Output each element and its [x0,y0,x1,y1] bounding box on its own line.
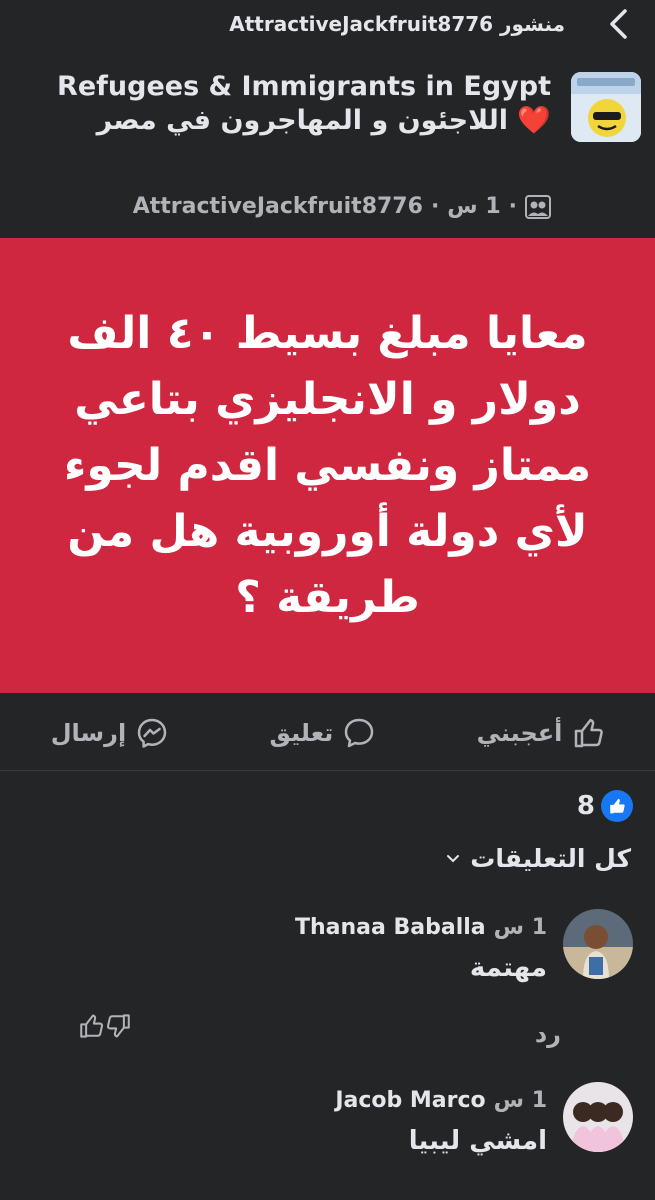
reactions-summary[interactable]: 8 [577,790,633,822]
comment-bubble-icon [345,718,374,748]
post-card: معايا مبلغ بسيط ٤٠ الف دولار و الانجليزي… [0,238,655,693]
comment-header: 1 س Jacob Marco [335,1088,547,1113]
like-button[interactable]: أعجبني [477,717,605,749]
commenter-avatar[interactable] [563,1082,633,1152]
commenter-name[interactable]: Jacob Marco [335,1088,485,1113]
back-button[interactable] [603,8,635,40]
thumbs-down-icon[interactable] [106,1013,132,1039]
reply-button[interactable]: رد [535,1020,561,1048]
reaction-count: 8 [576,791,595,821]
thumbs-up-icon [575,718,604,748]
comment-label: تعليق [269,719,334,747]
like-label: أعجبني [476,719,563,747]
thumbs-up-icon[interactable] [78,1013,104,1039]
commenter-name[interactable]: Thanaa Baballa [295,915,486,940]
post-author[interactable]: AttractiveJackfruit8776 [133,194,423,219]
send-label: إرسال [50,719,127,747]
group-avatar[interactable] [571,72,641,142]
group-name[interactable]: Refugees & Immigrants in Egypt ❤️ اللاجئ… [31,70,551,138]
comments-filter-label: كل التعليقات [470,844,631,873]
comment-votes [78,1013,132,1039]
like-reaction-icon [601,790,633,822]
comment-text: مهتمة [469,953,547,983]
comment-header: 1 س Thanaa Baballa [295,915,547,940]
post-actions: أعجبني تعليق إرسال [0,703,655,763]
messenger-icon [137,718,167,748]
commenter-avatar[interactable] [563,909,633,979]
comment-text: امشي ليبيا [408,1126,547,1156]
divider [0,770,655,771]
comments-filter[interactable]: كل التعليقات [446,844,631,873]
post-meta: · 1 س · AttractiveJackfruit8776 [133,194,551,219]
group-avatar-image [571,72,641,142]
post-title: منشور AttractiveJackfruit8776 [229,12,565,36]
post-time: 1 س [447,194,501,219]
comment-time: 1 س [493,1088,547,1113]
chevron-down-icon [447,854,460,862]
comment-time: 1 س [493,915,547,940]
post-text: معايا مبلغ بسيط ٤٠ الف دولار و الانجليزي… [63,307,592,623]
send-button[interactable]: إرسال [51,717,168,749]
group-icon [525,194,551,219]
top-bar: منشور AttractiveJackfruit8776 [0,0,655,52]
group-header: Refugees & Immigrants in Egypt ❤️ اللاجئ… [0,52,655,238]
comment-button[interactable]: تعليق [269,717,375,749]
chevron-left-icon [610,9,627,39]
